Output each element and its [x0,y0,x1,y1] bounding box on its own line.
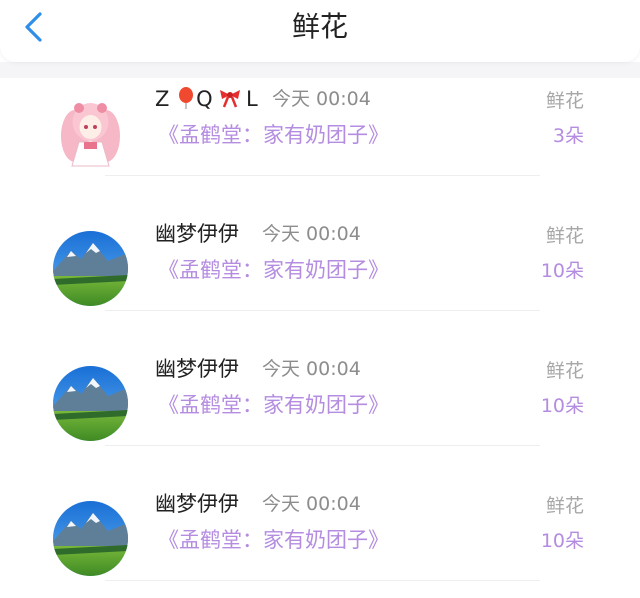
user-name-part: Q [196,87,213,111]
gift-type: 鲜花 [545,90,584,112]
top-navigation-bar: 鲜花 [0,0,640,62]
list-item[interactable]: 幽梦伊伊 今天 00:04 《孟鹤堂：家有奶团子》 鲜花 10朵 [0,478,640,598]
user-name-part: L [245,87,258,111]
gift-type: 鲜花 [545,225,584,247]
mountain-landscape-avatar[interactable] [53,366,128,441]
row-divider [105,445,540,446]
gift-count: 10朵 [540,395,584,417]
user-name[interactable]: 幽梦伊伊 [155,220,239,248]
balloon-icon [176,87,196,109]
timestamp: 今天 00:04 [272,88,371,110]
user-name[interactable]: 幽梦伊伊 [155,490,239,518]
gift-count: 3朵 [552,125,584,147]
gift-type: 鲜花 [545,360,584,382]
page-title: 鲜花 [291,10,348,43]
book-title-link[interactable]: 《孟鹤堂：家有奶团子》 [158,526,389,554]
book-title-link[interactable]: 《孟鹤堂：家有奶团子》 [158,121,389,149]
mountain-landscape-avatar[interactable] [53,501,128,576]
list-item[interactable]: 幽梦伊伊 今天 00:04 《孟鹤堂：家有奶团子》 鲜花 10朵 [0,208,640,328]
book-title-link[interactable]: 《孟鹤堂：家有奶团子》 [158,256,389,284]
row-divider [105,310,540,311]
list-item[interactable]: 幽梦伊伊 今天 00:04 《孟鹤堂：家有奶团子》 鲜花 10朵 [0,343,640,463]
user-name[interactable]: 幽梦伊伊 [155,355,239,383]
user-name-part: Z [155,87,170,111]
gift-count: 10朵 [540,260,584,282]
row-divider [105,175,540,176]
timestamp: 今天 00:04 [262,223,361,245]
book-title-link[interactable]: 《孟鹤堂：家有奶团子》 [158,391,389,419]
mountain-landscape-avatar[interactable] [53,231,128,306]
gift-type: 鲜花 [545,495,584,517]
list-item[interactable]: Z Q L 今天 00:04 《孟鹤堂：家有奶团子》 鲜花 3朵 [0,73,640,193]
gift-count: 10朵 [540,530,584,552]
anime-girl-avatar[interactable] [53,96,128,171]
ribbon-icon [219,87,241,109]
timestamp: 今天 00:04 [262,358,361,380]
row-divider [105,580,540,581]
user-name[interactable]: Z Q L [155,85,258,113]
timestamp: 今天 00:04 [262,493,361,515]
